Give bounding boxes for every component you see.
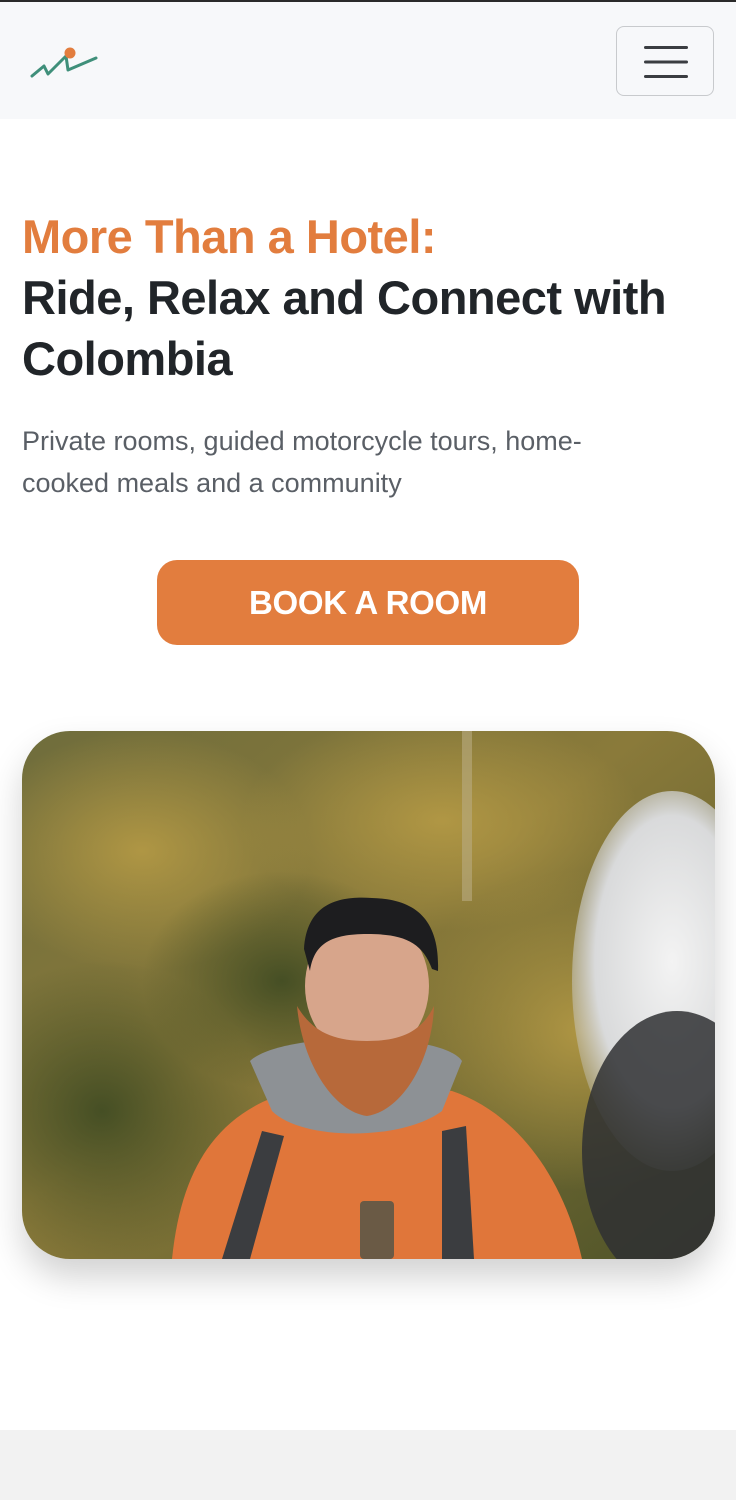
menu-toggle-button[interactable] (616, 26, 714, 96)
mountain-logo-icon (30, 47, 98, 78)
hamburger-menu-icon (644, 46, 688, 78)
hero-title: More Than a Hotel: Ride, Relax and Conne… (22, 206, 722, 389)
book-a-room-button[interactable]: BOOK A ROOM (157, 560, 579, 645)
rider-photo-image (22, 731, 715, 1259)
hero-title-main: Ride, Relax and Connect with Colombia (22, 271, 667, 385)
logo-link[interactable] (30, 44, 98, 80)
hero-photo (22, 731, 715, 1259)
navbar (0, 2, 736, 119)
hero-title-accent: More Than a Hotel: (22, 210, 437, 263)
hero-subtitle: Private rooms, guided motorcycle tours, … (22, 426, 582, 498)
footer-band (0, 1430, 736, 1500)
